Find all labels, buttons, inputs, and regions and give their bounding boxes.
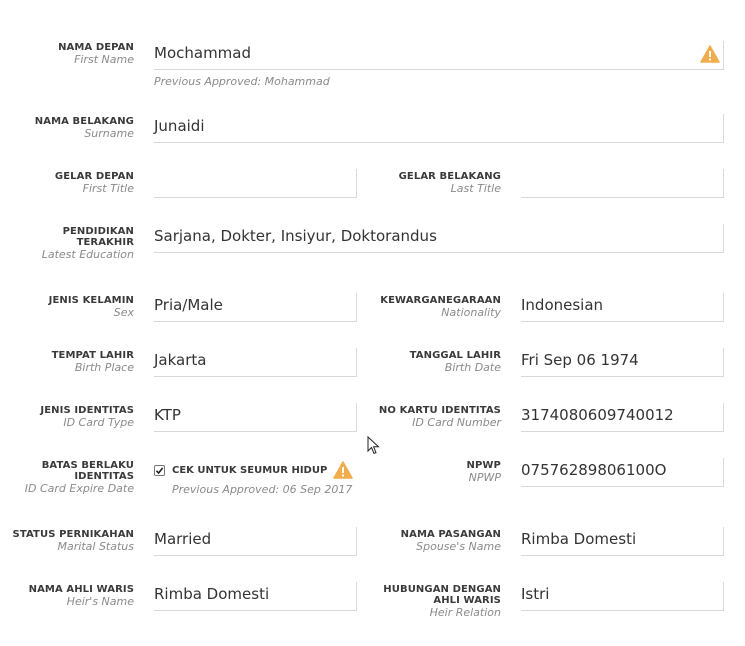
birth-date-value: Fri Sep 06 1974 [521,351,639,369]
first-name-label-main: NAMA DEPAN [58,42,134,53]
marital-status-label-main: STATUS PERNIKAHAN [12,529,134,540]
birth-date-label-main: TANGGAL LAHIR [409,350,501,361]
first-title-label-sub: First Title [82,182,134,196]
surname-label-sub: Surname [84,127,134,141]
id-card-expire-previous-approved: Previous Approved: 06 Sep 2017 [172,483,353,496]
latest-education-label: PENDIDIKAN TERAKHIR Latest Education [42,226,134,262]
npwp-label: NPWP NPWP [467,460,501,485]
heir-name-field[interactable]: Rimba Domesti [154,582,357,611]
warning-triangle-icon [700,45,720,63]
birth-date-field[interactable]: Fri Sep 06 1974 [521,348,724,377]
lifetime-checkbox[interactable] [154,465,165,476]
npwp-field[interactable]: 07576289806100O [521,458,724,487]
id-card-number-label-main: NO KARTU IDENTITAS [378,405,501,416]
birth-place-label: TEMPAT LAHIR Birth Place [52,350,134,375]
sex-label-sub: Sex [113,306,134,320]
id-card-type-label: JENIS IDENTITAS ID Card Type [40,405,134,430]
lifetime-checkbox-label[interactable]: CEK UNTUK SEUMUR HIDUP [172,465,327,476]
birth-place-label-sub: Birth Place [74,361,134,375]
id-card-number-label-sub: ID Card Number [412,416,501,430]
marital-status-select[interactable]: Married [154,527,357,556]
latest-education-label-line1: PENDIDIKAN [62,226,134,237]
id-card-expire-label-line2: IDENTITAS [74,471,134,483]
heir-relation-label: HUBUNGAN DENGAN AHLI WARIS Heir Relation [383,584,501,620]
first-name-label-sub: First Name [74,53,134,67]
marital-status-label-sub: Marital Status [57,540,134,554]
nationality-label: KEWARGANEGARAAN Nationality [380,295,501,320]
spouse-name-label-sub: Spouse's Name [416,540,501,554]
surname-value: Junaidi [154,117,205,135]
first-title-label-main: GELAR DEPAN [54,171,134,182]
sex-label-main: JENIS KELAMIN [48,295,134,306]
birth-place-field[interactable]: Jakarta [154,348,357,377]
npwp-value: 07576289806100O [521,461,667,479]
last-title-label-sub: Last Title [450,182,501,196]
id-card-number-label: NO KARTU IDENTITAS ID Card Number [379,405,501,430]
first-name-label: NAMA DEPAN First Name [58,42,134,67]
latest-education-field[interactable]: Sarjana, Dokter, Insiyur, Doktorandus [154,224,724,253]
spouse-name-field[interactable]: Rimba Domesti [521,527,724,556]
checkmark-icon [155,467,164,475]
sex-value: Pria/Male [154,296,223,314]
first-title-field[interactable] [154,169,357,198]
id-card-expire-label-line1: BATAS BERLAKU [41,460,134,471]
first-name-field[interactable]: Mochammad [154,41,724,70]
id-card-type-label-sub: ID Card Type [63,416,134,430]
spouse-name-label: NAMA PASANGAN Spouse's Name [401,529,501,554]
id-card-type-label-main: JENIS IDENTITAS [40,405,134,416]
heir-name-value: Rimba Domesti [154,585,270,603]
heir-relation-label-line2: AHLI WARIS [433,595,501,607]
id-card-expire-label-sub: ID Card Expire Date [24,482,134,496]
heir-relation-value: Istri [521,585,550,603]
heir-name-label-main: NAMA AHLI WARIS [28,584,134,595]
birth-date-label-sub: Birth Date [444,361,501,375]
id-card-expire-label: BATAS BERLAKU IDENTITAS ID Card Expire D… [25,460,134,496]
nationality-field[interactable]: Indonesian [521,293,724,322]
marital-status-value: Married [154,530,212,548]
last-title-label-main: GELAR BELAKANG [398,171,501,182]
nationality-label-sub: Nationality [441,306,501,320]
heir-relation-select[interactable]: Istri [521,582,724,611]
sex-select[interactable]: Pria/Male [154,293,357,322]
first-name-value: Mochammad [154,44,252,62]
birth-place-label-main: TEMPAT LAHIR [51,350,134,361]
heir-name-label-sub: Heir's Name [66,595,134,609]
latest-education-value: Sarjana, Dokter, Insiyur, Doktorandus [154,227,437,245]
warning-triangle-icon [333,461,353,479]
birth-place-value: Jakarta [154,351,207,369]
npwp-label-sub: NPWP [468,471,501,485]
id-card-type-select[interactable]: KTP [154,403,357,432]
heir-name-label: NAMA AHLI WARIS Heir's Name [29,584,134,609]
first-title-label: GELAR DEPAN First Title [55,171,134,196]
id-card-number-value: 3174080609740012 [521,406,674,424]
spouse-name-value: Rimba Domesti [521,530,637,548]
heir-relation-label-sub: Heir Relation [429,606,501,620]
heir-relation-label-line1: HUBUNGAN DENGAN [383,584,501,595]
surname-label-main: NAMA BELAKANG [34,116,134,127]
nationality-value: Indonesian [521,296,604,314]
marital-status-label: STATUS PERNIKAHAN Marital Status [13,529,134,554]
last-title-label: GELAR BELAKANG Last Title [399,171,501,196]
mouse-cursor-icon [367,436,380,455]
birth-date-label: TANGGAL LAHIR Birth Date [410,350,501,375]
latest-education-label-line2: TERAKHIR [76,237,134,249]
surname-label: NAMA BELAKANG Surname [35,116,134,141]
id-card-number-field[interactable]: 3174080609740012 [521,403,724,432]
sex-label: JENIS KELAMIN Sex [49,295,134,320]
spouse-name-label-main: NAMA PASANGAN [400,529,501,540]
npwp-label-main: NPWP [466,460,501,471]
surname-field[interactable]: Junaidi [154,114,724,143]
first-name-previous-approved: Previous Approved: Mohammad [154,75,330,88]
nationality-label-main: KEWARGANEGARAAN [380,295,501,306]
id-card-type-value: KTP [154,406,181,424]
latest-education-label-sub: Latest Education [41,248,134,262]
last-title-field[interactable] [521,169,724,198]
